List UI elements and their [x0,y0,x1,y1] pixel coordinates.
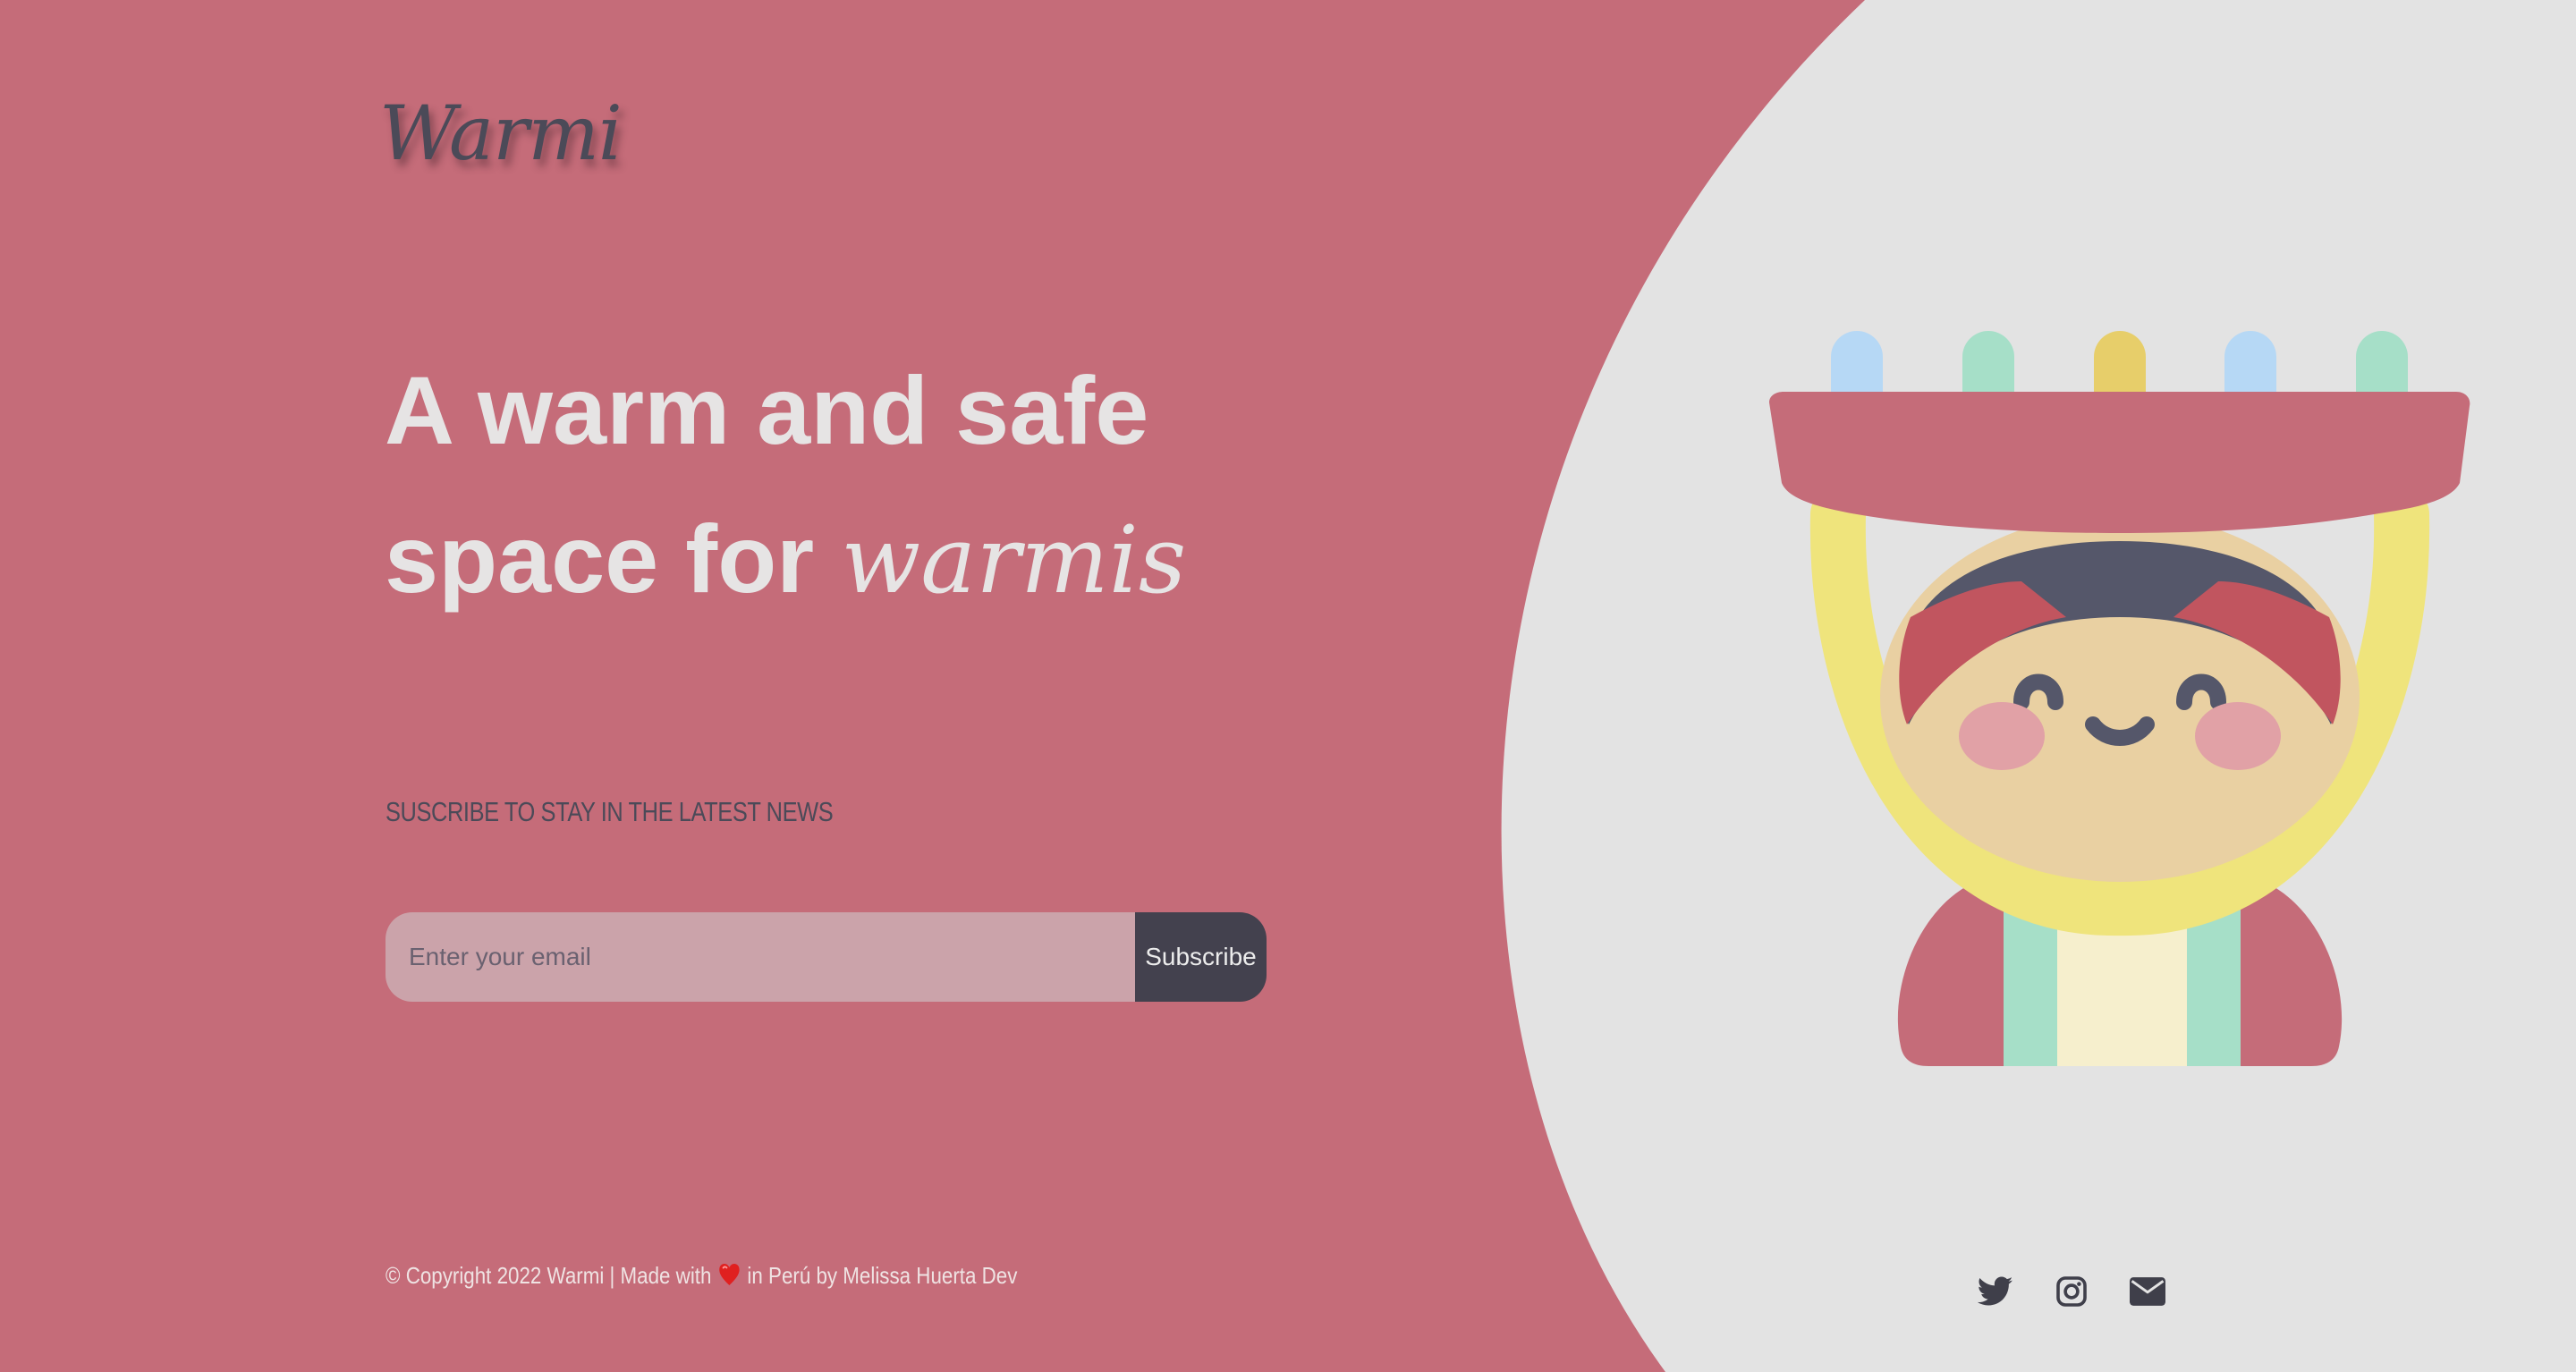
hero-headline: A warm and safe space for warmis [385,336,1186,634]
footer-copyright: © Copyright 2022 Warmi | Made with in Pe… [386,1262,1017,1292]
instagram-icon [2056,1276,2087,1307]
instagram-link[interactable] [2051,1271,2092,1312]
email-link[interactable] [2127,1271,2168,1312]
brand-logo[interactable]: Warmi [379,89,623,177]
twitter-link[interactable] [1975,1271,2016,1312]
headline-accent-word: warmis [841,505,1187,614]
newsletter-label: SUSCRIBE TO STAY IN THE LATEST NEWS [386,796,834,827]
twitter-icon [1978,1276,2013,1306]
headline-line-2: space for [385,504,842,613]
email-input[interactable] [386,912,1135,1002]
headline-line-1: A warm and safe [385,356,1149,464]
heart-icon [718,1263,740,1292]
copyright-suffix: in Perú by Melissa Huerta Dev [747,1262,1018,1289]
copyright-prefix: © Copyright 2022 Warmi | Made with [386,1262,712,1289]
subscribe-button[interactable]: Subscribe [1135,912,1267,1002]
newsletter-form: Subscribe [386,912,1267,1002]
warmi-mascot-illustration [1769,331,2470,1066]
envelope-icon [2130,1277,2165,1306]
